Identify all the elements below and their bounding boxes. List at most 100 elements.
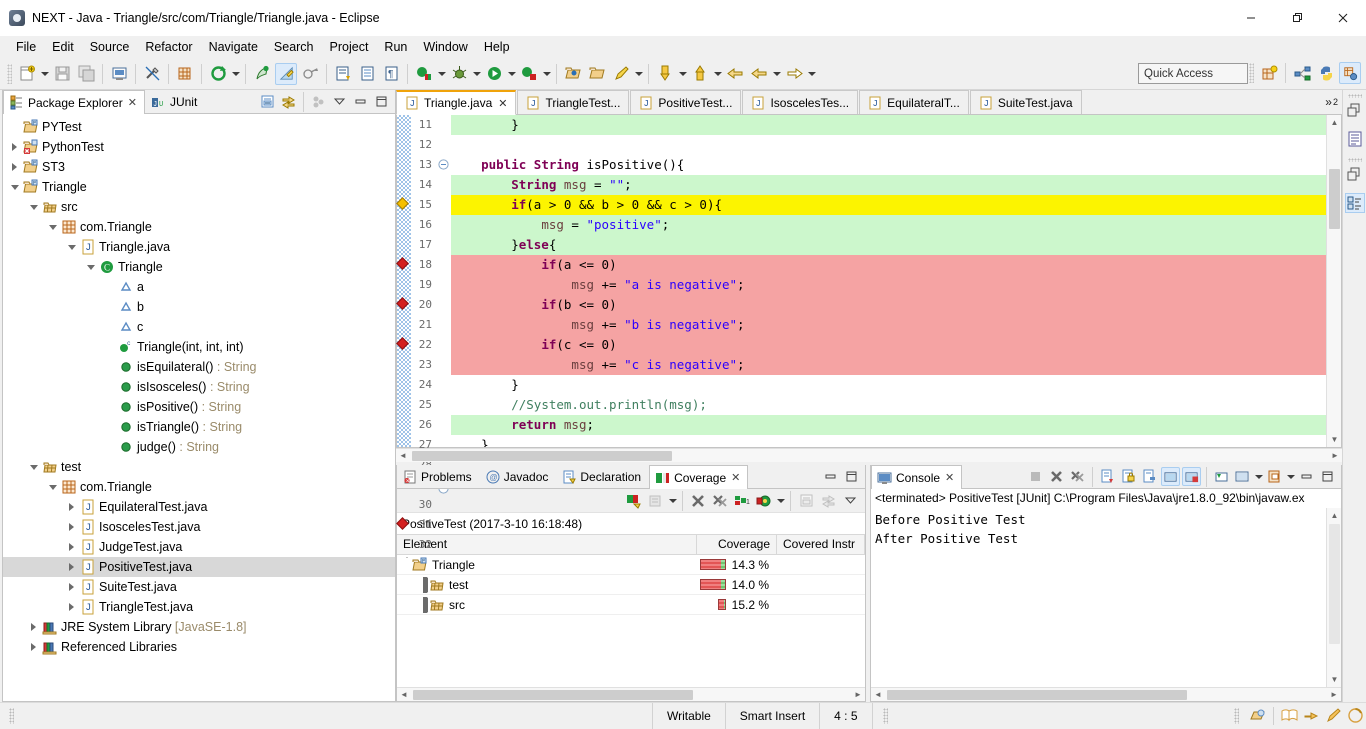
scrollbar-thumb[interactable] [412, 451, 672, 461]
minimize-view-icon[interactable] [821, 467, 840, 486]
scroll-right-icon[interactable]: ► [851, 688, 865, 702]
tree-item[interactable]: PythonTest [3, 137, 395, 157]
tree-twisty[interactable] [64, 583, 79, 591]
view-menu-icon[interactable] [840, 491, 860, 511]
back-icon[interactable] [748, 63, 770, 85]
debug-dropdown-icon[interactable] [471, 63, 482, 85]
back-history-icon[interactable] [724, 63, 746, 85]
tree-item[interactable]: c Triangle(int, int, int) [3, 337, 395, 357]
coverage-horizontal-scrollbar[interactable]: ◄ ► [397, 687, 865, 701]
pointer-hand-icon[interactable] [1300, 703, 1322, 729]
editor-tab-suitetest[interactable]: J SuiteTest.java [969, 90, 1082, 114]
fold-collapse-icon[interactable] [437, 159, 451, 179]
scroll-left-icon[interactable]: ◄ [397, 688, 411, 702]
open-type-icon[interactable] [562, 63, 584, 85]
editor-tab-positivetest[interactable]: J PositiveTest... [630, 90, 742, 114]
tree-item[interactable]: Referenced Libraries [3, 637, 395, 657]
tree-item[interactable]: a [3, 277, 395, 297]
tree-item[interactable]: test [3, 457, 395, 477]
pin-console-icon[interactable] [1140, 467, 1159, 486]
open-perspective-icon[interactable] [1258, 62, 1280, 84]
tab-coverage[interactable]: Coverage ✕ [649, 465, 749, 489]
fastview-grip[interactable] [1347, 94, 1362, 98]
editor-vertical-scrollbar[interactable]: ▲ ▼ [1326, 115, 1341, 447]
coverage-import-dropdown-icon[interactable] [667, 490, 678, 512]
coverage-icon[interactable] [413, 63, 435, 85]
tree-item[interactable]: J TriangleTest.java [3, 597, 395, 617]
tab-junit[interactable]: JU JUnit [145, 90, 205, 113]
tab-declaration[interactable]: Declaration [556, 465, 649, 488]
tree-item[interactable]: C Triangle [3, 257, 395, 277]
coverage-settings-dropdown-icon[interactable] [775, 490, 786, 512]
annotation-ruler[interactable] [396, 115, 411, 530]
tree-item[interactable]: isPositive() : String [3, 397, 395, 417]
search-icon[interactable] [251, 63, 273, 85]
tree-twisty[interactable] [64, 523, 79, 531]
tree-twisty[interactable] [26, 204, 41, 210]
remove-launch-icon[interactable] [1047, 467, 1066, 486]
open-console-menu-icon[interactable] [1265, 467, 1284, 486]
forward-icon[interactable] [783, 63, 805, 85]
coverage-import-icon[interactable] [646, 491, 666, 511]
show-whitespace-icon[interactable]: ¶ [380, 63, 402, 85]
tree-item[interactable]: isIsosceles() : String [3, 377, 395, 397]
coverage-settings-icon[interactable] [754, 491, 774, 511]
breakpoint-marker-icon[interactable] [396, 517, 409, 530]
tree-twisty[interactable] [83, 264, 98, 270]
warning-marker-icon[interactable] [396, 197, 409, 210]
tree-item[interactable]: c [3, 317, 395, 337]
editor-tab-equilateraltest[interactable]: J EquilateralT... [859, 90, 969, 114]
tree-item[interactable]: P ST3 [3, 157, 395, 177]
scroll-left-icon[interactable]: ◄ [396, 449, 410, 463]
back-dropdown-icon[interactable] [771, 63, 782, 85]
tree-item[interactable]: JRE System Library [JavaSE-1.8] [3, 617, 395, 637]
scrollbar-thumb[interactable] [1329, 524, 1340, 644]
console-horizontal-scrollbar[interactable]: ◄ ► [871, 687, 1341, 701]
column-coverage[interactable]: Coverage [697, 534, 777, 555]
console-vertical-scrollbar[interactable]: ▲ ▼ [1326, 508, 1341, 687]
tree-twisty[interactable] [64, 543, 79, 551]
tree-item[interactable]: J JudgeTest.java [3, 537, 395, 557]
toggle-mark-occurrences-icon[interactable] [141, 63, 163, 85]
new-wizard-dropdown-icon[interactable] [39, 63, 50, 85]
save-all-icon[interactable] [75, 63, 97, 85]
terminate-icon[interactable] [1026, 467, 1045, 486]
next-edit-dropdown-icon[interactable] [677, 63, 688, 85]
close-button[interactable] [1320, 0, 1366, 36]
tab-javadoc[interactable]: @ Javadoc [480, 465, 557, 488]
breakpoint-marker-icon[interactable] [396, 297, 409, 310]
fastview-grip[interactable] [1347, 158, 1362, 162]
tree-twisty[interactable] [45, 484, 60, 490]
scroll-down-icon[interactable]: ▼ [1327, 432, 1342, 447]
maximize-view-icon[interactable] [842, 467, 861, 486]
coverage-row[interactable]: test 14.0 % [397, 575, 865, 595]
save-icon[interactable] [51, 63, 73, 85]
tree-item[interactable]: P PYTest [3, 117, 395, 137]
tree-item[interactable]: isEquilateral() : String [3, 357, 395, 377]
editor-horizontal-scrollbar[interactable]: ◄ ► [396, 448, 1342, 462]
tree-twisty[interactable] [64, 603, 79, 611]
menu-window[interactable]: Window [415, 38, 475, 56]
toolbar-grip[interactable] [7, 63, 12, 84]
previous-edit-icon[interactable] [689, 63, 711, 85]
tree-twisty[interactable] [64, 244, 79, 250]
tab-package-explorer[interactable]: Package Explorer ✕ [3, 90, 145, 114]
tree-item[interactable]: src [3, 197, 395, 217]
tree-item[interactable]: P Triangle [3, 177, 395, 197]
open-resource-icon[interactable] [586, 63, 608, 85]
external-tools-dropdown-icon[interactable] [541, 63, 552, 85]
menu-source[interactable]: Source [82, 38, 138, 56]
view-menu-extra-icon[interactable] [309, 92, 328, 111]
close-icon[interactable]: ✕ [128, 96, 137, 109]
contributed-status-icon[interactable] [1247, 703, 1269, 729]
tree-item[interactable]: J IsoscelesTest.java [3, 517, 395, 537]
remove-session-icon[interactable] [688, 491, 708, 511]
column-covered-instructions[interactable]: Covered Instr [777, 534, 865, 555]
perspective-grip[interactable] [1249, 63, 1254, 83]
next-edit-icon[interactable] [654, 63, 676, 85]
previous-edit-dropdown-icon[interactable] [712, 63, 723, 85]
coverage-dropdown-icon[interactable] [436, 63, 447, 85]
scroll-down-icon[interactable]: ▼ [1327, 672, 1342, 687]
open-console-icon[interactable] [1182, 467, 1201, 486]
pydev-perspective-icon[interactable] [1315, 62, 1337, 84]
